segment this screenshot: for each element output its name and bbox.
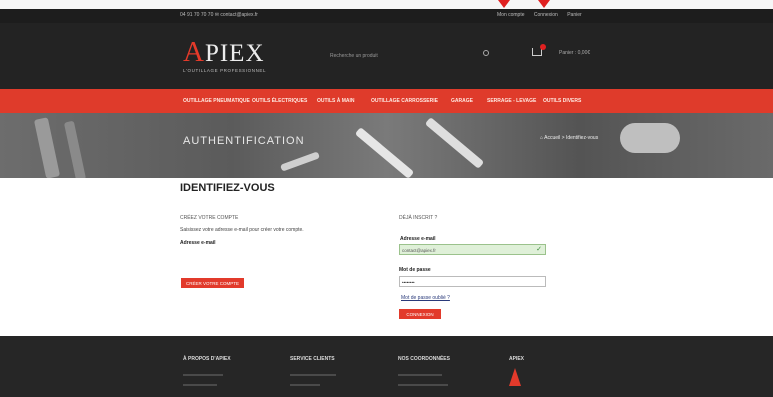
- nav-item-main[interactable]: OUTILS À MAIN: [317, 98, 355, 104]
- create-email-label: Adresse e-mail: [180, 240, 216, 246]
- footer-heading-about: À PROPOS D'APIEX: [183, 356, 231, 362]
- footer-link[interactable]: [290, 374, 336, 376]
- search-icon[interactable]: [483, 50, 489, 56]
- password-field[interactable]: ••••••••: [399, 276, 546, 287]
- create-account-heading: CRÉEZ VOTRE COMPTE: [180, 215, 239, 221]
- check-icon: ✓: [536, 246, 542, 253]
- login-button[interactable]: CONNEXION: [399, 309, 441, 319]
- site-header: APIEX L'OUTILLAGE PROFESSIONNEL Recherch…: [0, 23, 773, 89]
- nav-item-pneumatique[interactable]: OUTILLAGE PNEUMATIQUE: [183, 98, 250, 104]
- footer-link[interactable]: [398, 384, 448, 386]
- create-account-button[interactable]: CRÉER VOTRE COMPTE: [181, 278, 244, 288]
- nav-item-carrosserie[interactable]: OUTILLAGE CARROSSERIE: [371, 98, 438, 104]
- annotation-arrow-icon: [538, 0, 550, 8]
- nav-item-divers[interactable]: OUTILS DIVERS: [543, 98, 581, 104]
- footer-link[interactable]: [183, 374, 223, 376]
- page-title: IDENTIFIEZ-VOUS: [180, 182, 275, 194]
- nav-item-electriques[interactable]: OUTILS ÉLECTRIQUES: [252, 98, 307, 104]
- main-nav: OUTILLAGE PNEUMATIQUE OUTILS ÉLECTRIQUES…: [0, 89, 773, 113]
- footer-link[interactable]: [183, 384, 217, 386]
- top-bar: 04 91 70 70 70 ✉ contact@apiex.fr Mon co…: [0, 9, 773, 23]
- tool-image: [280, 151, 320, 172]
- nav-item-serrage[interactable]: SERRAGE - LEVAGE: [487, 98, 536, 104]
- main-content: IDENTIFIEZ-VOUS CRÉEZ VOTRE COMPTE Saisi…: [0, 178, 773, 336]
- wrench-image: [354, 127, 415, 178]
- annotation-arrow-icon: [498, 0, 510, 8]
- page-banner: AUTHENTIFICATION ⌂ Accueil > Identifiez-…: [0, 113, 773, 178]
- footer-link[interactable]: [398, 374, 442, 376]
- cart-summary[interactable]: Panier : 0,00€: [559, 50, 590, 56]
- top-contact: 04 91 70 70 70 ✉ contact@apiex.fr: [180, 12, 258, 18]
- email-field-value: contact@apiex.fr: [402, 248, 436, 253]
- site-logo[interactable]: APIEX L'OUTILLAGE PROFESSIONNEL: [183, 38, 267, 74]
- footer-logo-icon: [509, 368, 521, 386]
- top-links: Mon compte Connexion Panier: [497, 12, 590, 18]
- logo-letter: A: [183, 36, 205, 68]
- footer-heading-contact: NOS COORDONNÉES: [398, 356, 450, 362]
- search-input[interactable]: Recherche un produit: [330, 50, 470, 62]
- top-link-login[interactable]: Connexion: [534, 12, 558, 18]
- tool-image: [620, 123, 680, 153]
- cart-badge: [540, 44, 546, 50]
- tool-image: [63, 120, 87, 178]
- breadcrumb[interactable]: ⌂ Accueil > Identifiez-vous: [540, 135, 598, 141]
- logo-tagline: L'OUTILLAGE PROFESSIONNEL: [183, 68, 267, 73]
- site-footer: À PROPOS D'APIEX SERVICE CLIENTS NOS COO…: [0, 336, 773, 397]
- login-email-label: Adresse e-mail: [400, 236, 436, 242]
- logo-word: PIEX: [204, 40, 265, 67]
- create-account-text: Saisissez votre adresse e-mail pour crée…: [180, 227, 304, 233]
- forgot-password-link[interactable]: Mot de passe oublié ?: [401, 295, 450, 301]
- top-link-cart[interactable]: Panier: [567, 12, 581, 18]
- email-field[interactable]: contact@apiex.fr ✓: [399, 244, 546, 255]
- top-link-account[interactable]: Mon compte: [497, 12, 525, 18]
- wrench-image: [424, 117, 485, 169]
- tool-image: [33, 117, 61, 178]
- footer-heading-service: SERVICE CLIENTS: [290, 356, 335, 362]
- footer-heading-apiex: APIEX: [509, 356, 525, 362]
- nav-item-garage[interactable]: GARAGE: [451, 98, 473, 104]
- page-frame: 04 91 70 70 70 ✉ contact@apiex.fr Mon co…: [0, 0, 773, 397]
- banner-title: AUTHENTIFICATION: [183, 135, 305, 147]
- password-label: Mot de passe: [399, 267, 431, 273]
- login-heading: DÉJÀ INSCRIT ?: [399, 215, 438, 221]
- footer-link[interactable]: [290, 384, 320, 386]
